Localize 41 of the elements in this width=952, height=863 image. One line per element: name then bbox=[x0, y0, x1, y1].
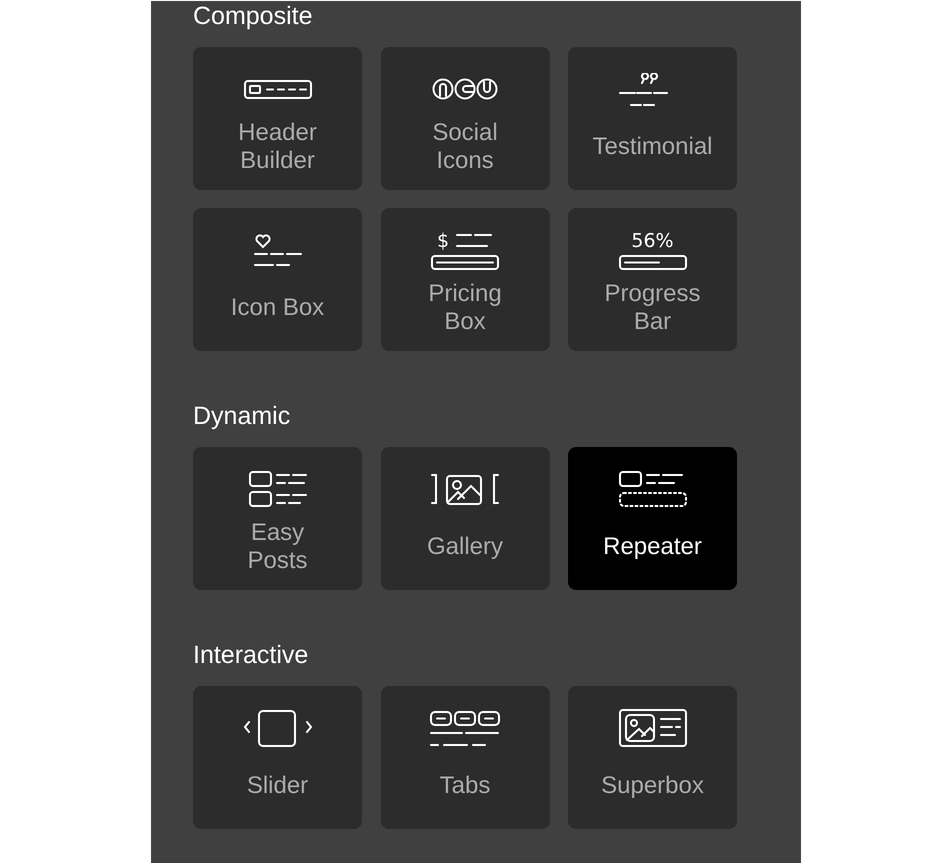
widget-tile[interactable]: Tabs bbox=[380, 686, 550, 829]
tile-label: Header Builder bbox=[237, 118, 318, 174]
widget-tile[interactable]: Icon Box bbox=[193, 208, 362, 351]
section-heading: Interactive bbox=[193, 640, 310, 670]
widget-tile[interactable]: Superbox bbox=[568, 686, 737, 829]
tile-label: Superbox bbox=[600, 772, 705, 800]
circles-icon bbox=[432, 78, 498, 100]
tabs-icon bbox=[430, 710, 500, 746]
tile-label: Progress Bar bbox=[603, 280, 702, 336]
widget-tile[interactable]: Social Icons bbox=[380, 47, 550, 190]
widget-tile[interactable]: Testimonial bbox=[568, 47, 737, 190]
tile-label: Social Icons bbox=[431, 118, 499, 174]
tile-label: Repeater bbox=[602, 532, 703, 560]
widget-tile[interactable]: Gallery bbox=[380, 447, 550, 590]
slider-icon bbox=[244, 710, 312, 746]
section-heading: Dynamic bbox=[193, 401, 292, 431]
tile-label: Pricing Box bbox=[427, 280, 503, 336]
tile-label: Testimonial bbox=[592, 132, 713, 160]
lines-icon bbox=[455, 234, 494, 248]
image-icon bbox=[431, 474, 499, 504]
header-bar-icon bbox=[244, 80, 312, 98]
widget-tile[interactable]: Easy Posts bbox=[193, 447, 362, 590]
tile-label: Slider bbox=[246, 772, 310, 800]
tile-label: Gallery bbox=[426, 532, 504, 560]
widget-tile[interactable]: Slider bbox=[193, 686, 362, 829]
list-icon bbox=[248, 471, 306, 507]
repeat-list-icon bbox=[618, 471, 686, 507]
tile-label: Easy Posts bbox=[246, 518, 309, 574]
percent-text: 56% bbox=[631, 230, 674, 250]
widget-tile[interactable]: 56% Progress Bar bbox=[568, 208, 737, 351]
widget-tile[interactable]: Repeater bbox=[568, 447, 737, 590]
image-card-icon bbox=[618, 709, 686, 747]
widget-tile[interactable]: Header Builder bbox=[193, 47, 362, 190]
progress-bar-icon bbox=[618, 254, 686, 270]
section-heading: Composite bbox=[193, 1, 314, 31]
tile-label: Tabs bbox=[438, 772, 492, 800]
dollar-sign: $ bbox=[436, 230, 450, 250]
bar-icon bbox=[431, 254, 499, 270]
widget-tile[interactable]: $ Pricing Box bbox=[380, 208, 550, 351]
heart-lines-icon bbox=[254, 234, 302, 266]
tile-label: Icon Box bbox=[230, 294, 326, 322]
